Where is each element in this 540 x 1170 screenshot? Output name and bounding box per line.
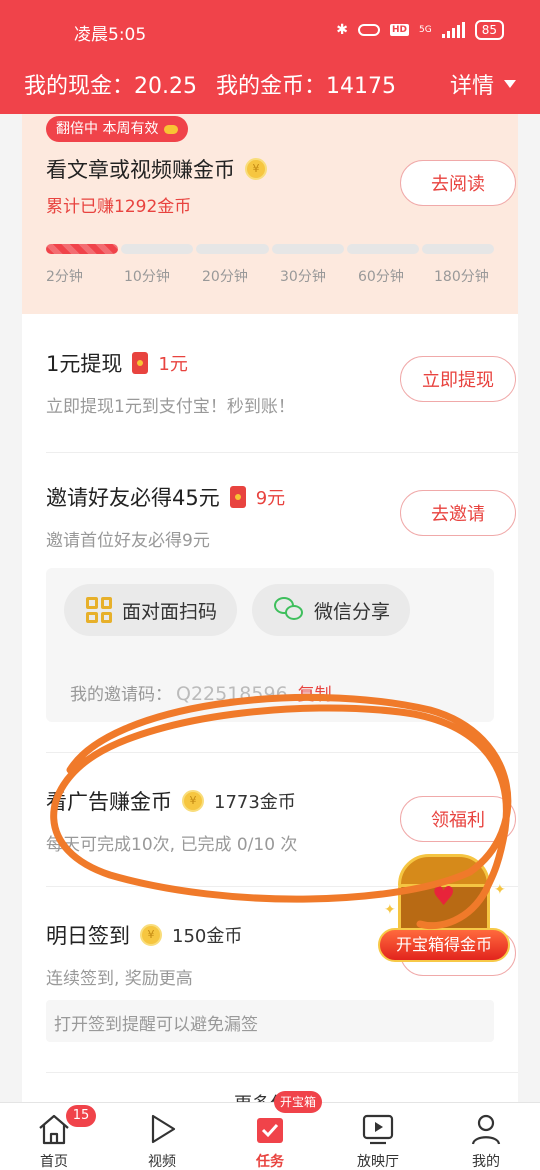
progress-segment	[121, 244, 194, 254]
wechat-share-label: 微信分享	[314, 600, 391, 623]
play-icon	[151, 1114, 176, 1144]
detail-label: 详情	[449, 74, 494, 99]
coin-icon	[164, 124, 179, 134]
alarm-icon	[358, 24, 380, 36]
ads-title-row: 看广告赚金币 ¥ 1773金币	[46, 786, 296, 816]
progress-segment	[196, 244, 269, 254]
coin-icon: ¥	[245, 158, 267, 180]
invite-code-label: 我的邀请码：	[70, 685, 172, 705]
task-icon	[257, 1118, 283, 1143]
wallet-header: 我的现金：20.25 我的金币：14175 详情	[0, 64, 540, 104]
nav-tasks[interactable]: 开宝箱 任务	[216, 1091, 324, 1170]
treasure-chest-icon: ♥	[398, 854, 490, 932]
status-time: 凌晨5:05	[74, 25, 147, 45]
face-to-face-button[interactable]: 面对面扫码	[64, 584, 238, 636]
ads-reward: 1773金币	[214, 792, 296, 813]
red-packet-icon	[132, 352, 149, 374]
withdraw-desc: 立即提现1元到支付宝！秒到账！	[46, 397, 295, 417]
checkin-reminder-note[interactable]: 打开签到提醒可以避免漏签	[46, 1000, 494, 1042]
tick-label: 60分钟	[358, 269, 404, 285]
nav-label: 首页	[40, 1154, 68, 1170]
cinema-icon	[362, 1114, 394, 1145]
progress-segment	[46, 244, 119, 254]
coin-balance: 我的金币：14175	[216, 74, 396, 99]
checkin-desc: 连续签到, 奖励更高	[46, 969, 193, 989]
divider	[46, 752, 518, 753]
reading-progress	[46, 244, 495, 254]
read-task-title-row: 看文章或视频赚金币 ¥	[46, 154, 267, 184]
divider	[46, 1072, 518, 1073]
tick-label: 180分钟	[434, 269, 489, 285]
face-to-face-label: 面对面扫码	[122, 600, 218, 623]
progress-segment	[346, 244, 419, 254]
signal-icon	[441, 22, 465, 38]
chevron-down-icon	[504, 80, 516, 88]
ads-desc: 每天可完成10次, 已完成 0/10 次	[46, 835, 298, 855]
battery-icon: 85	[474, 20, 504, 40]
sparkle-icon: ✦	[384, 902, 396, 918]
red-packet-icon	[229, 486, 246, 508]
withdraw-button[interactable]: 立即提现	[400, 356, 516, 402]
invite-title: 邀请好友必得45元	[46, 486, 220, 510]
double-badge: 翻倍中 本周有效	[46, 116, 189, 142]
invite-panel: 面对面扫码 微信分享 我的邀请码： Q22518596 复制	[46, 568, 494, 722]
progress-ticks: 2分钟 10分钟 20分钟 30分钟 60分钟 180分钟	[0, 266, 540, 286]
home-badge: 15	[66, 1105, 96, 1127]
read-task-earned: 累计已赚1292金币	[46, 197, 192, 217]
sparkle-icon: ✦	[494, 882, 506, 898]
bluetooth-icon: ✱	[336, 22, 348, 38]
nav-home[interactable]: 15 首页	[0, 1103, 108, 1170]
nav-video[interactable]: 视频	[108, 1103, 216, 1170]
invite-code-value: Q22518596	[176, 683, 288, 705]
nav-label: 我的	[472, 1154, 500, 1170]
nav-cinema[interactable]: 放映厅	[324, 1103, 432, 1170]
nav-label: 任务	[256, 1154, 284, 1170]
withdraw-title-row: 1元提现 1元	[46, 348, 188, 378]
claim-benefit-button[interactable]: 领福利	[400, 796, 516, 842]
divider	[46, 452, 518, 453]
person-icon	[471, 1114, 501, 1145]
cash-balance: 我的现金：20.25	[24, 74, 197, 99]
tick-label: 2分钟	[46, 269, 83, 285]
more-tasks-heading: 更多任务	[0, 1090, 540, 1102]
copy-link[interactable]: 复制	[298, 685, 332, 705]
invite-desc: 邀请首位好友必得9元	[46, 531, 210, 551]
coin-icon: ¥	[182, 790, 204, 812]
treasure-chest-button[interactable]: ♥ ✦ ✦ 开宝箱得金币	[378, 842, 510, 970]
withdraw-reward: 1元	[158, 354, 188, 375]
detail-button[interactable]: 详情	[450, 68, 516, 100]
progress-segment	[421, 244, 495, 254]
wechat-icon	[274, 597, 304, 623]
nav-label: 视频	[148, 1154, 176, 1170]
coin-icon: ¥	[140, 924, 162, 946]
read-task-title: 看文章或视频赚金币	[46, 158, 235, 182]
tick-label: 10分钟	[124, 269, 170, 285]
checkin-title-row: 明日签到 ¥ 150金币	[46, 920, 242, 950]
invite-title-row: 邀请好友必得45元 9元	[46, 482, 285, 512]
progress-segment	[271, 244, 344, 254]
hd-icon: HD	[390, 24, 410, 36]
checkin-title: 明日签到	[46, 924, 130, 948]
treasure-badge: 开宝箱	[274, 1091, 323, 1113]
checkin-reward: 150金币	[172, 926, 243, 947]
withdraw-title: 1元提现	[46, 352, 123, 376]
invite-code-row: 我的邀请码： Q22518596 复制	[70, 680, 332, 705]
tick-label: 30分钟	[280, 269, 326, 285]
network-label: 5G	[419, 25, 432, 35]
qr-code-icon	[86, 597, 112, 623]
top-bar: 凌晨5:05 ✱ HD 5G 85 我的现金：20.25 我的金币：14175 …	[0, 0, 540, 114]
status-bar: 凌晨5:05 ✱ HD 5G 85	[0, 0, 540, 62]
invite-reward: 9元	[255, 488, 286, 509]
invite-button[interactable]: 去邀请	[400, 490, 516, 536]
double-badge-label: 翻倍中 本周有效	[56, 121, 159, 137]
bottom-nav: 15 首页 视频 开宝箱 任务 放映厅 我的	[0, 1091, 540, 1170]
read-button[interactable]: 去阅读	[400, 160, 516, 206]
ads-title: 看广告赚金币	[46, 790, 172, 814]
wechat-share-button[interactable]: 微信分享	[252, 584, 411, 636]
treasure-chest-label: 开宝箱得金币	[378, 928, 510, 962]
nav-label: 放映厅	[357, 1154, 399, 1170]
status-icons: ✱ HD 5G 85	[336, 20, 504, 40]
nav-profile[interactable]: 我的	[432, 1103, 540, 1170]
tick-label: 20分钟	[202, 269, 248, 285]
